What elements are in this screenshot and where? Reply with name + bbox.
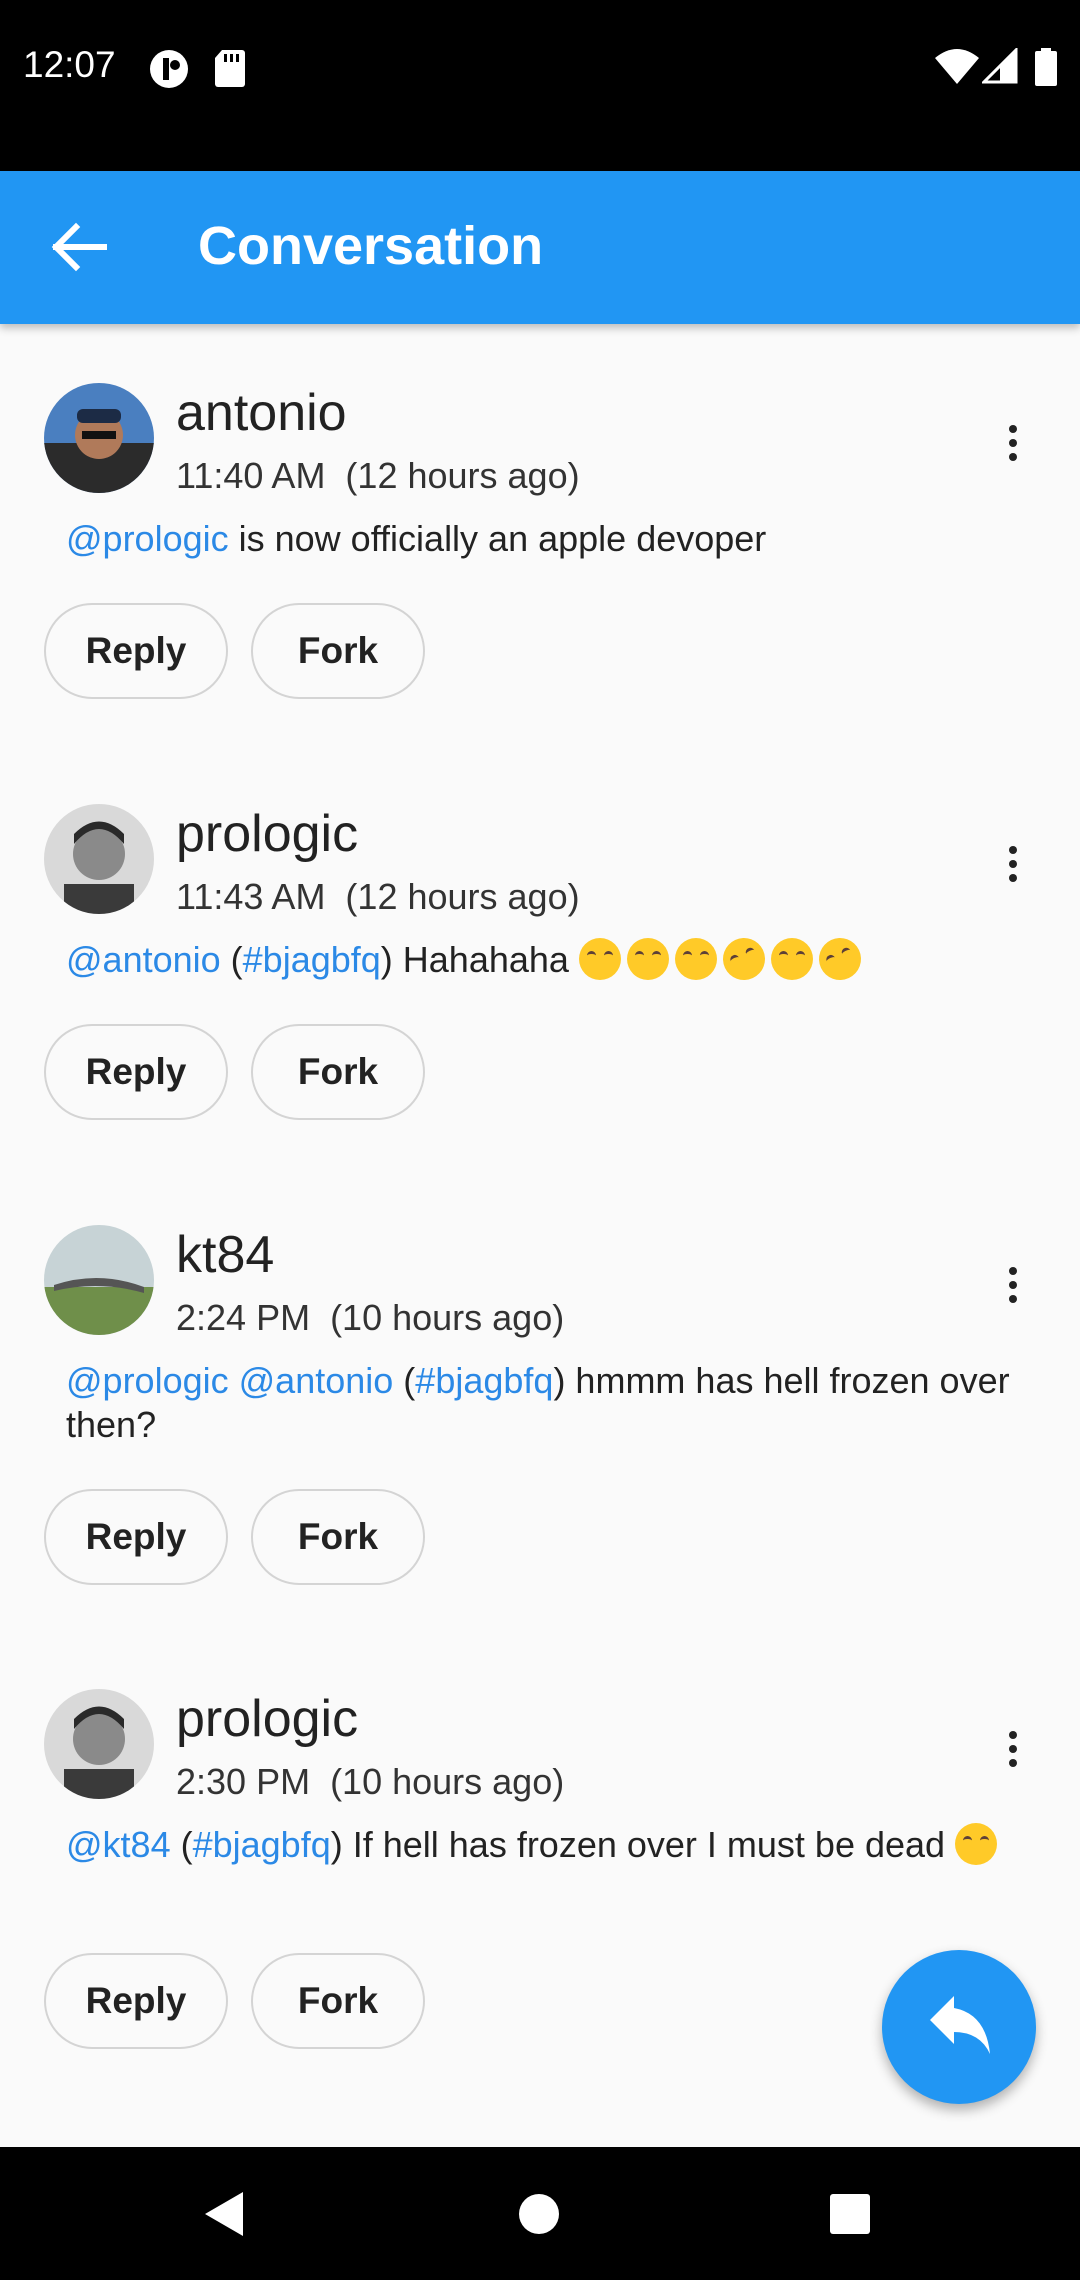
sd-card-icon <box>215 50 245 87</box>
post-text: ) Hahahaha <box>380 939 579 980</box>
post-text: is now officially an apple devoper <box>228 518 767 559</box>
author-name[interactable]: kt84 <box>176 1225 274 1285</box>
avatar[interactable] <box>44 1689 154 1799</box>
reply-button[interactable]: Reply <box>44 1489 228 1585</box>
fork-button[interactable]: Fork <box>251 1953 425 2049</box>
emoji-icon <box>770 938 813 980</box>
avatar[interactable] <box>44 804 154 914</box>
reply-icon <box>930 1996 990 2054</box>
author-name[interactable]: prologic <box>176 804 358 864</box>
mention-link[interactable]: @prologic <box>66 1360 229 1401</box>
nav-recents-icon[interactable] <box>829 2193 871 2235</box>
battery-icon <box>1035 48 1057 86</box>
page-title: Conversation <box>198 216 544 276</box>
mention-link[interactable]: @prologic <box>66 518 229 559</box>
avatar[interactable] <box>44 1225 154 1335</box>
post-text: ) If hell has frozen over I must be dead <box>330 1824 956 1865</box>
reply-button[interactable]: Reply <box>44 1024 228 1120</box>
hashtag-link[interactable]: #bjagbfq <box>415 1360 553 1401</box>
mention-link[interactable]: @antonio <box>239 1360 394 1401</box>
more-vert-icon[interactable] <box>998 840 1028 900</box>
fork-button[interactable]: Fork <box>251 1024 425 1120</box>
navigation-bar <box>0 2147 1080 2280</box>
post-text: ( <box>170 1824 193 1865</box>
hashtag-link[interactable]: #bjagbfq <box>243 939 381 980</box>
post-time: 11:43 AM (12 hours ago) <box>176 876 580 917</box>
post-text <box>229 1360 239 1401</box>
post-content: @kt84 (#bjagbfq) If hell has frozen over… <box>66 1823 1026 1867</box>
signal-icon <box>982 48 1018 84</box>
reply-button[interactable]: Reply <box>44 603 228 699</box>
emoji-icon <box>716 931 772 987</box>
avatar[interactable] <box>44 383 154 493</box>
mention-link[interactable]: @antonio <box>66 939 221 980</box>
more-vert-icon[interactable] <box>998 419 1028 479</box>
post-content: @prologic @antonio (#bjagbfq) hmmm has h… <box>66 1359 1026 1447</box>
post-time: 2:24 PM (10 hours ago) <box>176 1297 565 1338</box>
post-content: @antonio (#bjagbfq) Hahahaha <box>66 931 1026 987</box>
post-time: 11:40 AM (12 hours ago) <box>176 455 580 496</box>
app-bar: Conversation <box>0 171 1080 324</box>
author-name[interactable]: antonio <box>176 383 347 443</box>
nav-home-icon[interactable] <box>518 2193 560 2235</box>
mention-link[interactable]: @kt84 <box>66 1824 171 1865</box>
reply-button[interactable]: Reply <box>44 1953 228 2049</box>
post-time: 2:30 PM (10 hours ago) <box>176 1761 565 1802</box>
emoji-icon <box>955 1823 998 1865</box>
fork-button[interactable]: Fork <box>251 603 425 699</box>
reply-fab[interactable] <box>882 1950 1036 2104</box>
fork-button[interactable]: Fork <box>251 1489 425 1585</box>
post-content: @prologic is now officially an apple dev… <box>66 517 1026 561</box>
podcast-icon <box>150 50 188 88</box>
post-text: ( <box>393 1360 416 1401</box>
wifi-icon <box>935 49 979 84</box>
status-bar: 12:07 <box>0 0 1080 171</box>
hashtag-link[interactable]: #bjagbfq <box>193 1824 331 1865</box>
nav-back-icon[interactable] <box>203 2190 245 2238</box>
emoji-icon <box>674 938 717 980</box>
author-name[interactable]: prologic <box>176 1689 358 1749</box>
emoji-icon <box>812 931 868 987</box>
back-arrow-icon[interactable] <box>40 207 120 287</box>
status-time: 12:07 <box>23 44 116 85</box>
more-vert-icon[interactable] <box>998 1261 1028 1321</box>
emoji-icon <box>578 938 621 980</box>
post-text: ( <box>220 939 243 980</box>
emoji-icon <box>626 938 669 980</box>
more-vert-icon[interactable] <box>998 1725 1028 1785</box>
